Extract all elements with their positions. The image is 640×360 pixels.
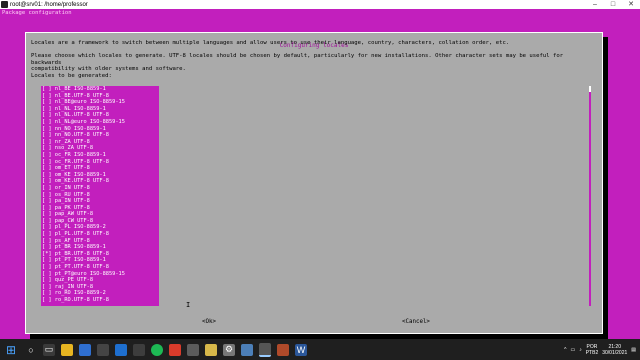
minimize-icon[interactable]: – (586, 0, 604, 9)
locale-item[interactable]: [ ] ro_RO ISO-8859-2 (41, 290, 159, 297)
package-configuration-label: Package configuration (2, 10, 72, 16)
clock-date: 30/01/2021 (602, 349, 628, 356)
notification-icon[interactable]: ▤ (631, 347, 636, 353)
app-icon-red[interactable] (169, 343, 181, 356)
locale-item[interactable]: [ ] ro_RO.UTF-8 UTF-8 (41, 297, 159, 304)
app-icon-gray[interactable] (133, 343, 145, 356)
close-icon[interactable]: ✕ (622, 0, 640, 9)
cancel-button[interactable]: <Cancel> (402, 319, 430, 325)
locale-item[interactable]: [ ] pl_PL ISO-8859-2 (41, 224, 159, 231)
terminal-area[interactable]: Package configuration Configuring locale… (0, 9, 640, 339)
clock[interactable]: 21:20 30/01/2021 (602, 344, 627, 356)
task-view-icon[interactable]: ▭ (43, 343, 55, 356)
language-code: POR (586, 343, 598, 350)
mouse-cursor-icon: I (186, 301, 191, 309)
system-tray: ^ ▭ ♪ POR PTB2 21:20 30/01/2021 ▤ (564, 344, 640, 356)
app-icon-cube[interactable] (241, 343, 253, 356)
locale-item[interactable]: [ ] om_KE.UTF-8 UTF-8 (41, 178, 159, 185)
dialog-paragraph-list-label: Locales to be generated: (31, 73, 112, 79)
locale-item[interactable]: [ ] nl_BE ISO-8859-1 (41, 86, 159, 93)
edge-icon[interactable] (115, 343, 127, 356)
locale-item[interactable]: [ ] pt_PT ISO-8859-1 (41, 257, 159, 264)
app-icon-blue[interactable] (79, 343, 91, 356)
app-icon-orange[interactable] (277, 343, 289, 356)
search-icon[interactable]: ○ (25, 344, 37, 356)
locale-item[interactable]: [*] pt_BR.UTF-8 UTF-8 (41, 251, 159, 258)
app-icon-dark[interactable] (187, 343, 199, 356)
locale-item[interactable]: [ ] nl_NL.UTF-8 UTF-8 (41, 112, 159, 119)
locale-item[interactable]: [ ] os_RU UTF-8 (41, 192, 159, 199)
locale-item[interactable]: [ ] pt_PT.UTF-8 UTF-8 (41, 264, 159, 271)
window-title: root@srv01: /home/professor (10, 1, 88, 8)
locale-item[interactable]: [ ] oc_FR ISO-8859-1 (41, 152, 159, 159)
locale-item[interactable]: [ ] om_ET UTF-8 (41, 165, 159, 172)
settings-icon[interactable]: ⚙ (223, 343, 235, 356)
locale-item[interactable]: [ ] nl_BE@euro ISO-8859-15 (41, 99, 159, 106)
list-scrollbar[interactable] (589, 86, 591, 306)
locale-item[interactable]: [ ] pl_PL.UTF-8 UTF-8 (41, 231, 159, 238)
locale-item[interactable]: [ ] nn_NO.UTF-8 UTF-8 (41, 132, 159, 139)
locale-checklist[interactable]: [ ] nl_BE ISO-8859-1[ ] nl_BE.UTF-8 UTF-… (41, 86, 159, 306)
locale-item[interactable]: [ ] nr_ZA UTF-8 (41, 139, 159, 146)
language-indicator[interactable]: POR PTB2 (586, 344, 599, 356)
locale-item[interactable]: [ ] nl_NL ISO-8859-1 (41, 106, 159, 113)
taskbar: ⊞ ○ ▭ ⚙ W ^ ▭ ♪ POR PTB2 21:20 30/01/202… (0, 339, 640, 360)
app-icon-yellow[interactable] (205, 343, 217, 356)
locale-item[interactable]: [ ] nl_NL@euro ISO-8859-15 (41, 119, 159, 126)
locale-item[interactable]: [ ] pap_AW UTF-8 (41, 211, 159, 218)
dialog-paragraph-instructions: Please choose which locales to generate.… (31, 53, 564, 72)
locale-item[interactable]: [ ] pt_PT@euro ISO-8859-15 (41, 271, 159, 278)
keyboard-layout: PTB2 (585, 349, 599, 356)
spotify-icon[interactable] (151, 343, 163, 356)
locale-item[interactable]: [ ] ps_AF UTF-8 (41, 238, 159, 245)
dialog-paragraph-intro: Locales are a framework to switch betwee… (31, 40, 510, 46)
locale-item[interactable]: [ ] raj_IN UTF-8 (41, 284, 159, 291)
network-icon[interactable]: ▭ (570, 347, 575, 353)
locale-item[interactable]: [ ] pa_IN UTF-8 (41, 198, 159, 205)
volume-icon[interactable]: ♪ (579, 347, 582, 353)
app-icon-terminal[interactable] (97, 343, 109, 356)
word-icon[interactable]: W (295, 343, 307, 356)
locale-item[interactable]: [ ] om_KE ISO-8859-1 (41, 172, 159, 179)
locale-item[interactable]: [ ] pa_PK UTF-8 (41, 205, 159, 212)
locale-item[interactable]: [ ] pap_CW UTF-8 (41, 218, 159, 225)
locale-item[interactable]: [ ] oc_FR.UTF-8 UTF-8 (41, 159, 159, 166)
windows-start-icon[interactable]: ⊞ (3, 343, 19, 357)
putty-icon[interactable] (259, 342, 271, 357)
file-explorer-icon[interactable] (61, 343, 73, 356)
locale-item[interactable]: [ ] or_IN UTF-8 (41, 185, 159, 192)
tray-chevron-icon[interactable]: ^ (564, 347, 566, 353)
scrollbar-thumb[interactable] (589, 86, 591, 92)
locale-item[interactable]: [ ] nl_BE.UTF-8 UTF-8 (41, 93, 159, 100)
terminal-app-icon (1, 1, 8, 8)
maximize-icon[interactable]: □ (604, 0, 622, 9)
window-title-bar: root@srv01: /home/professor – □ ✕ (0, 0, 640, 9)
locales-dialog: Configuring locales Locales are a framew… (25, 32, 603, 334)
locale-item[interactable]: [ ] pt_BR ISO-8859-1 (41, 244, 159, 251)
locale-item[interactable]: [ ] nso_ZA UTF-8 (41, 145, 159, 152)
locale-item[interactable]: [ ] nn_NO ISO-8859-1 (41, 126, 159, 133)
ok-button[interactable]: <Ok> (202, 319, 216, 325)
locale-item[interactable]: [ ] quz_PE UTF-8 (41, 277, 159, 284)
